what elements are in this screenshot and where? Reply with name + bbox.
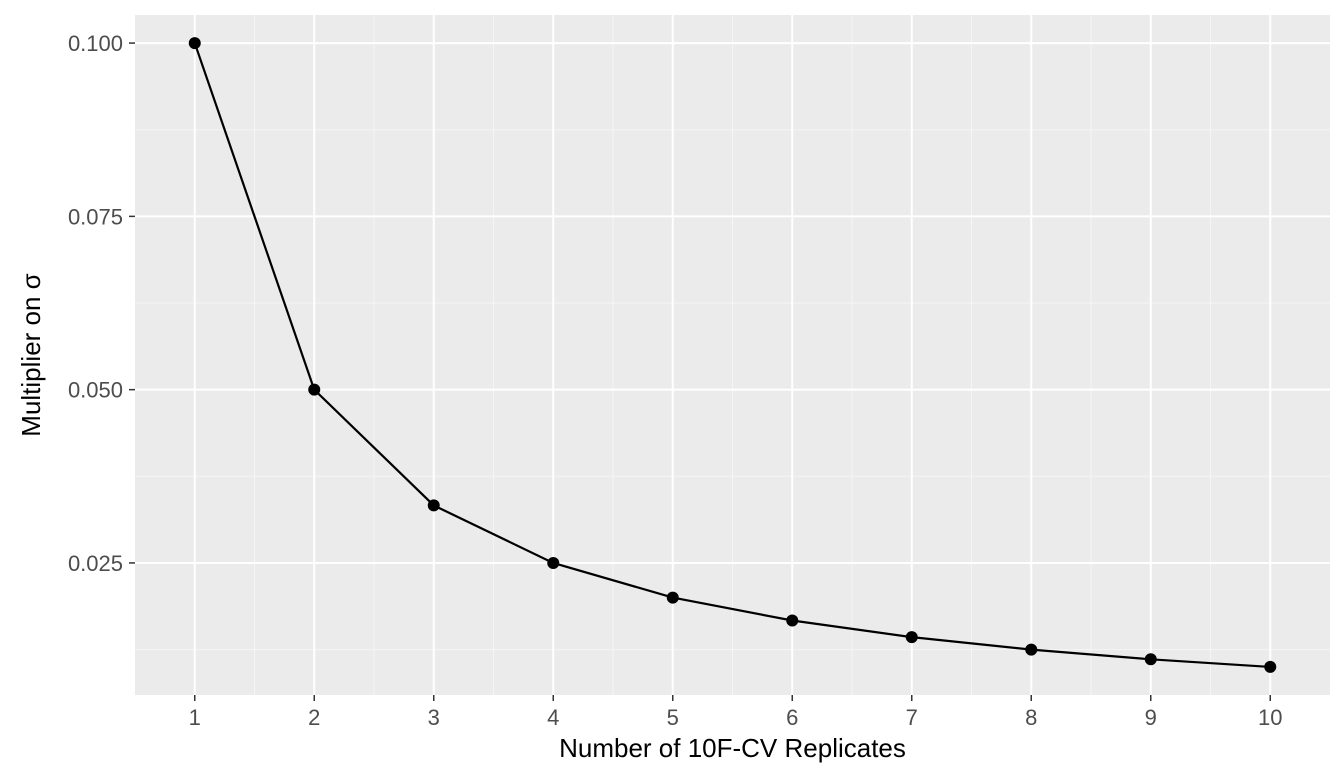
data-point: [786, 614, 798, 626]
x-tick-label: 10: [1258, 705, 1282, 730]
x-tick-label: 2: [308, 705, 320, 730]
data-point: [308, 384, 320, 396]
x-tick-label: 6: [786, 705, 798, 730]
x-tick-label: 5: [667, 705, 679, 730]
x-tick-label: 9: [1145, 705, 1157, 730]
data-point: [1025, 644, 1037, 656]
chart-container: 1 2 3 4 5 6 7 8 9 10 0.025 0.050 0.075 0.100 Number of…: [0, 0, 1344, 768]
x-tick-label: 3: [428, 705, 440, 730]
x-tick-label: 8: [1025, 705, 1037, 730]
data-point: [428, 499, 440, 511]
data-point: [1145, 653, 1157, 665]
data-point: [667, 592, 679, 604]
y-axis-label: Multiplier on σ: [16, 273, 46, 436]
x-axis-label: Number of 10F-CV Replicates: [559, 733, 906, 763]
data-point: [1264, 661, 1276, 673]
data-point: [189, 37, 201, 49]
x-tick-label: 1: [189, 705, 201, 730]
data-point: [906, 631, 918, 643]
data-point: [547, 557, 559, 569]
x-tick-label: 4: [547, 705, 559, 730]
y-tick-label: 0.025: [68, 551, 123, 576]
chart-svg: 1 2 3 4 5 6 7 8 9 10 0.025 0.050 0.075 0.100 Number of…: [0, 0, 1344, 768]
y-tick-label: 0.075: [68, 204, 123, 229]
y-tick-label: 0.100: [68, 31, 123, 56]
y-tick-label: 0.050: [68, 378, 123, 403]
x-tick-label: 7: [906, 705, 918, 730]
